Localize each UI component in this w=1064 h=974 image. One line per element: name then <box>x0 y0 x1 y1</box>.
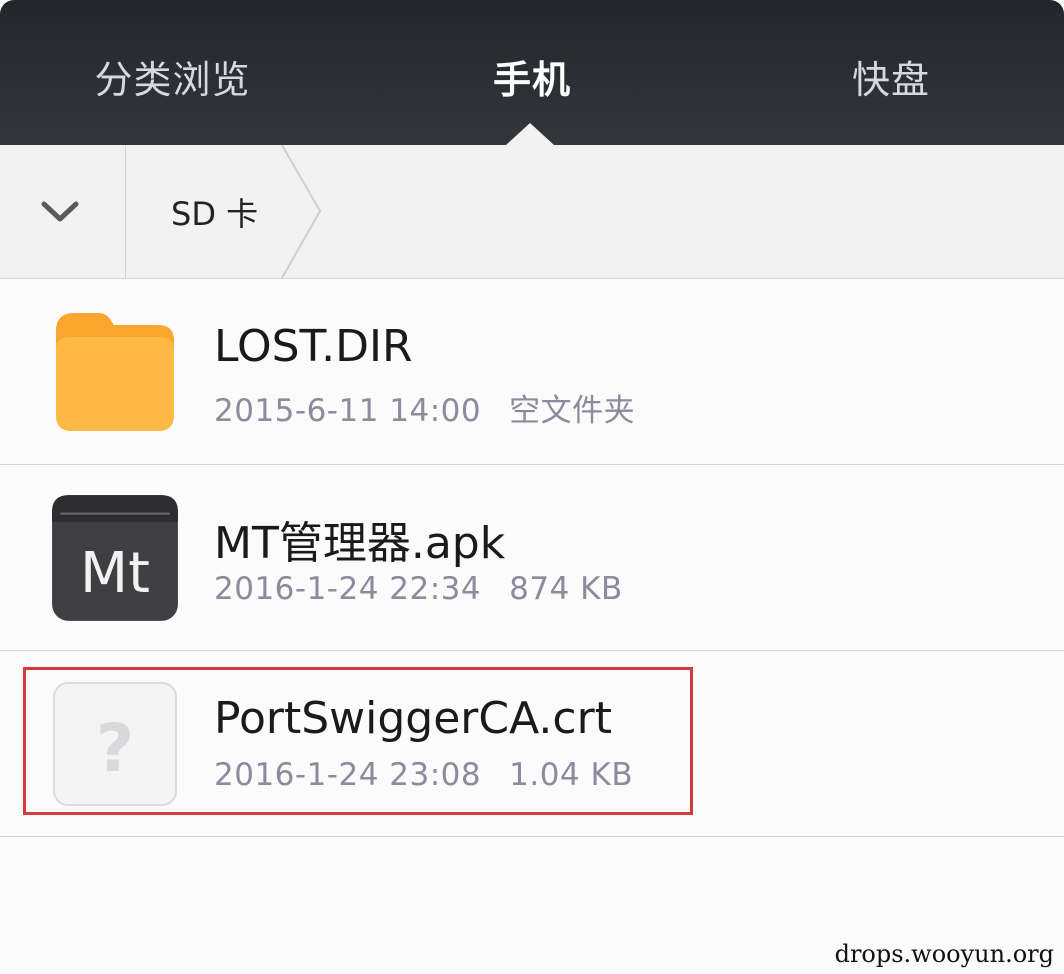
tab-phone[interactable]: 手机 <box>400 48 664 112</box>
folder-icon <box>56 313 174 431</box>
chevron-down-icon <box>41 201 79 222</box>
file-meta: 2015-6-11 14:00 空文件夹 <box>214 385 635 430</box>
breadcrumb: SD 卡 <box>0 145 1064 279</box>
file-name: MT管理器.apk <box>214 518 506 569</box>
tab-category-browse[interactable]: 分类浏览 <box>40 48 305 112</box>
file-info: 874 KB <box>509 571 623 607</box>
file-list: LOST.DIR 2015-6-11 14:00 空文件夹 Mt MT管理器.ap… <box>0 279 1064 837</box>
tab-kuaipan[interactable]: 快盘 <box>760 48 1022 112</box>
breadcrumb-item-label: SD 卡 <box>171 195 259 233</box>
tab-bar: 分类浏览 手机 快盘 <box>0 0 1064 145</box>
breadcrumb-separator-icon <box>281 145 322 278</box>
mt-app-icon: Mt <box>52 495 178 621</box>
list-item[interactable]: Mt MT管理器.apk 2016-1-24 22:34 874 KB <box>0 465 1064 651</box>
mt-icon-text: Mt <box>80 541 150 606</box>
watermark: drops.wooyun.org <box>834 940 1054 968</box>
file-meta: 2016-1-24 22:34 874 KB <box>214 571 623 607</box>
file-date: 2016-1-24 22:34 <box>214 571 482 607</box>
breadcrumb-item-sd-card[interactable]: SD 卡 <box>126 145 322 278</box>
highlight-box <box>23 667 693 815</box>
file-info: 空文件夹 <box>509 393 636 429</box>
file-name: LOST.DIR <box>214 321 413 372</box>
breadcrumb-toggle-button[interactable] <box>0 145 126 278</box>
list-item[interactable]: LOST.DIR 2015-6-11 14:00 空文件夹 <box>0 279 1064 465</box>
active-tab-indicator <box>506 123 554 145</box>
file-date: 2015-6-11 14:00 <box>214 393 482 429</box>
